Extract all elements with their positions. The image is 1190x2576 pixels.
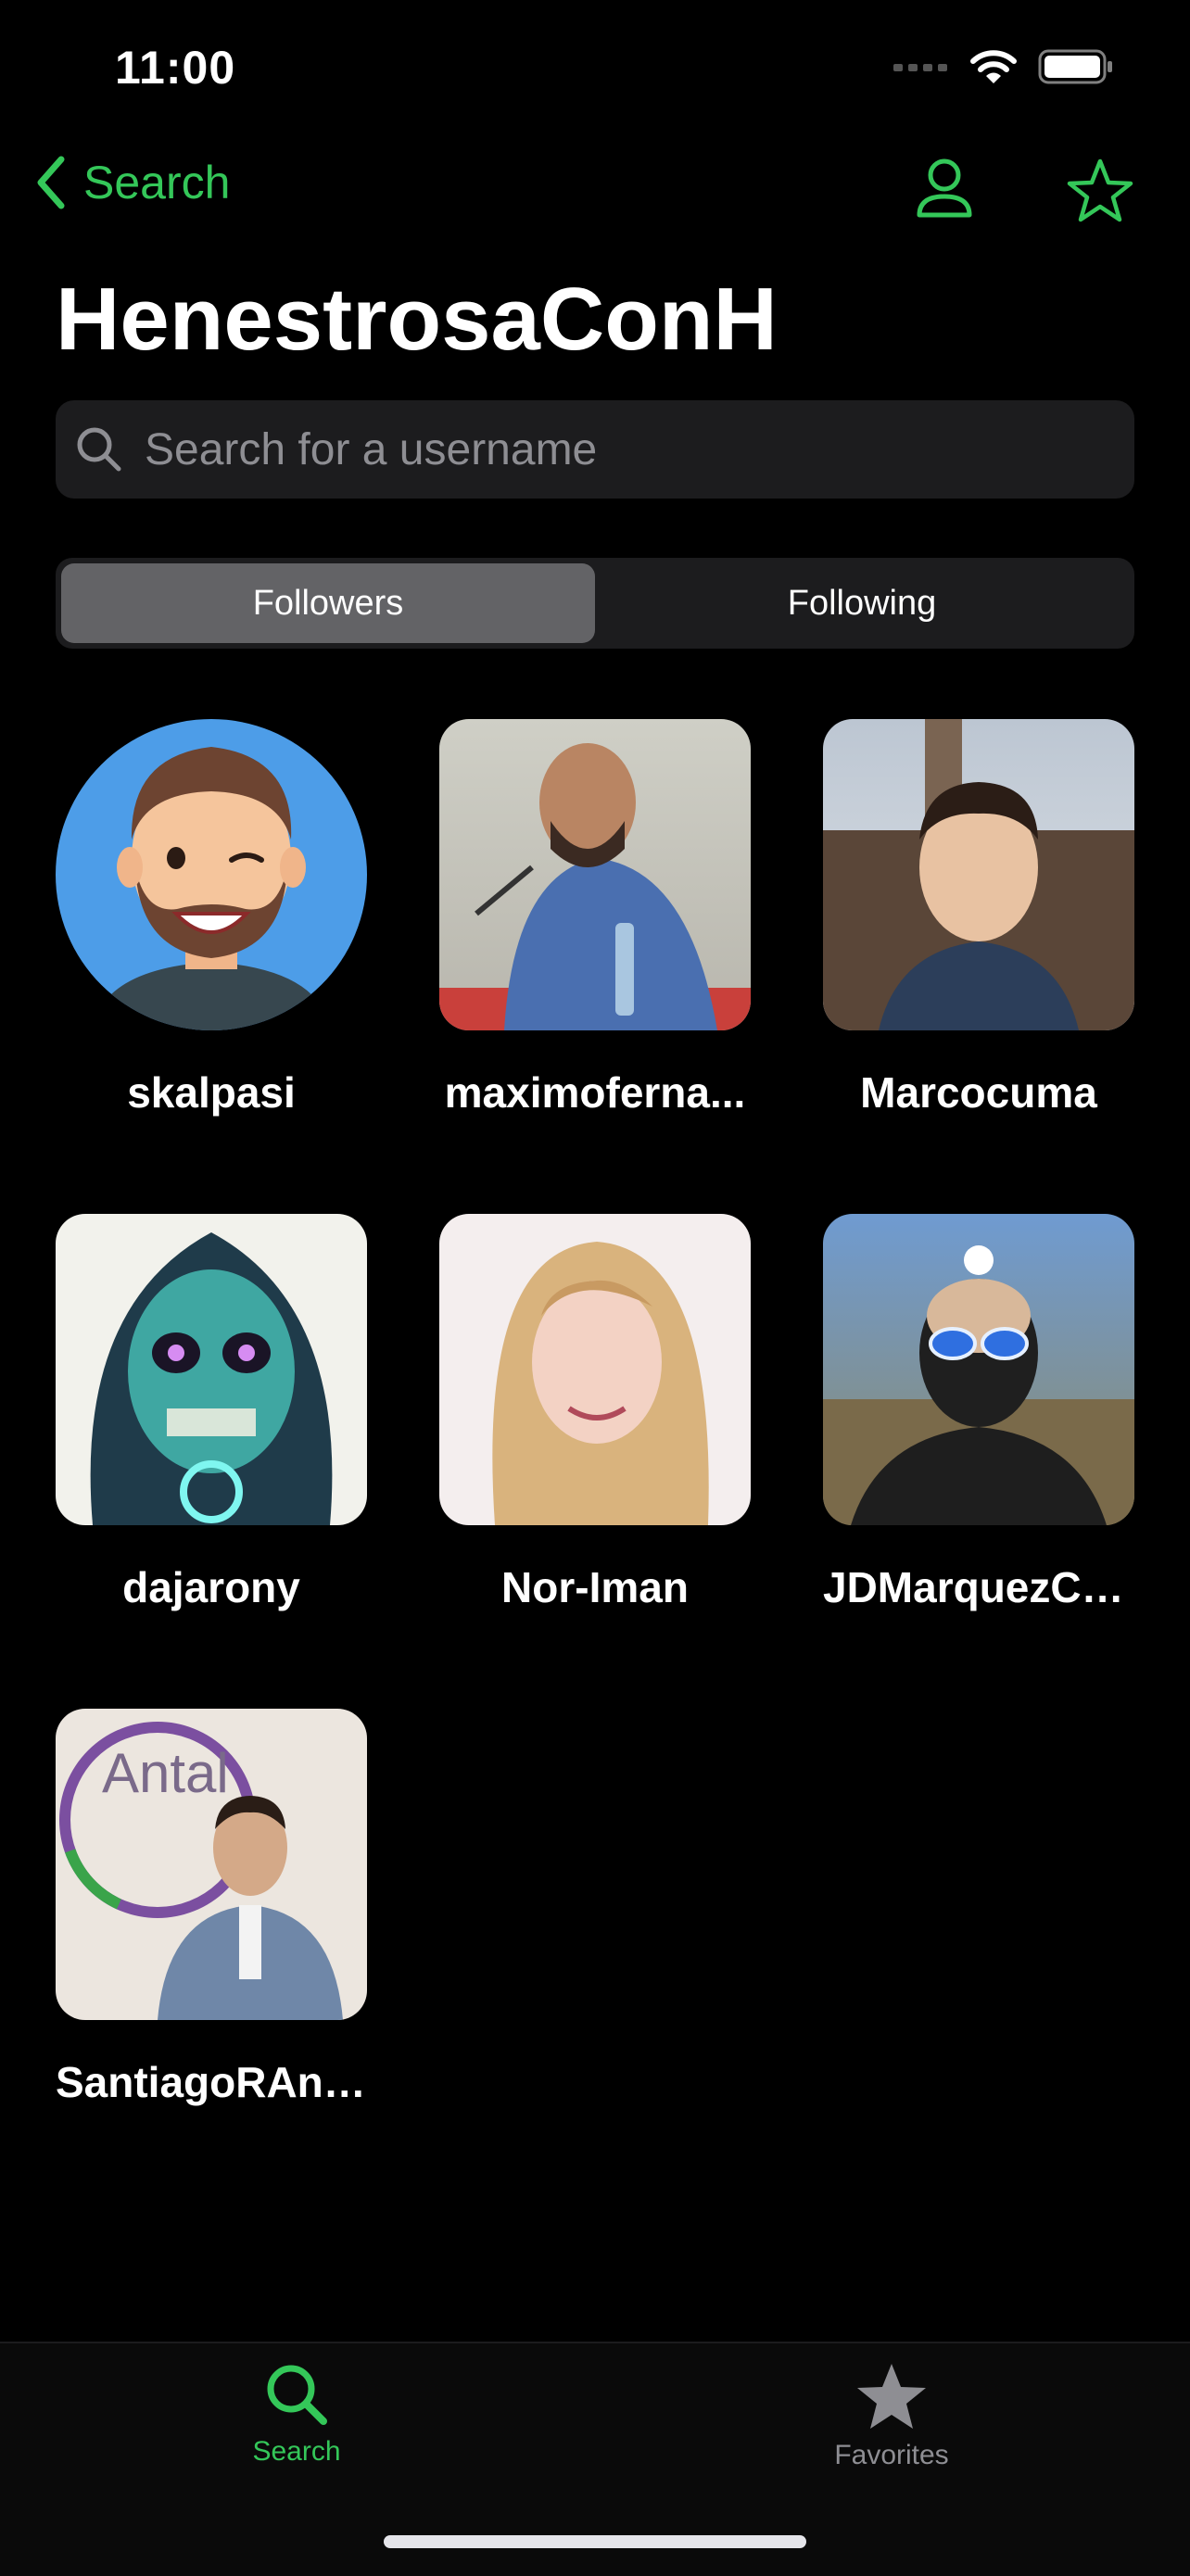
user-cell[interactable]: maximoferna...: [439, 719, 751, 1118]
user-photo-image: Antal: [59, 1722, 343, 2020]
username-label: Nor-Iman: [501, 1563, 689, 1611]
tab-favorites-label: Favorites: [834, 2440, 949, 2470]
tab-search-label: Search: [252, 2436, 341, 2467]
user-avatar: [56, 719, 367, 1030]
user-avatar: Antal: [56, 1709, 367, 2020]
skull-artwork-image: [90, 1232, 333, 1525]
person-icon: [917, 158, 972, 218]
segment-following[interactable]: Following: [595, 563, 1129, 643]
tab-favorites[interactable]: Favorites: [753, 2362, 1031, 2471]
user-photo-image: [492, 1242, 709, 1525]
tab-search[interactable]: Search: [158, 2362, 436, 2468]
username-label: Marcocuma: [860, 1068, 1097, 1117]
search-input[interactable]: [143, 423, 1073, 476]
page-title: HenestrosaConH: [56, 270, 778, 369]
user-avatar: [439, 1214, 751, 1525]
search-bar[interactable]: [56, 400, 1134, 499]
username-label: dajarony: [122, 1563, 300, 1611]
user-avatar: [823, 719, 1134, 1030]
star-outline-icon: [1067, 158, 1133, 222]
username-label: JDMarquezCLC: [823, 1563, 1134, 1611]
search-icon: [267, 2365, 327, 2425]
battery-icon: [1038, 49, 1112, 84]
profile-button[interactable]: [916, 158, 973, 229]
username-label: skalpasi: [127, 1068, 296, 1117]
star-icon: [857, 2364, 926, 2429]
user-cell[interactable]: Nor-Iman: [439, 1214, 751, 1612]
user-photo-image: [823, 719, 1134, 1030]
user-avatar: [56, 1214, 367, 1525]
user-cell[interactable]: Marcocuma: [823, 719, 1134, 1118]
svg-text:Antal: Antal: [102, 1742, 229, 1804]
user-cell[interactable]: Antal SantiagoRAntal: [56, 1709, 367, 2107]
home-indicator: [384, 2535, 806, 2548]
user-avatar: [439, 719, 751, 1030]
favorite-button[interactable]: [1066, 158, 1134, 229]
segment-followers[interactable]: Followers: [61, 563, 595, 643]
user-photo-image: [439, 743, 751, 1030]
back-button[interactable]: Search: [35, 156, 230, 209]
status-time: 11:00: [115, 42, 236, 94]
user-cell[interactable]: skalpasi: [56, 719, 367, 1118]
user-cell[interactable]: dajarony: [56, 1214, 367, 1612]
wifi-icon: [970, 50, 1017, 83]
status-icons: [893, 48, 1114, 85]
cellular-signal-icon: [893, 64, 947, 71]
back-button-label: Search: [83, 157, 231, 208]
nav-actions: [916, 158, 1134, 229]
user-photo-image: [823, 1245, 1134, 1525]
username-label: maximoferna...: [444, 1068, 746, 1117]
user-avatar: [823, 1214, 1134, 1525]
user-cell[interactable]: JDMarquezCLC: [823, 1214, 1134, 1612]
chevron-left-icon: [37, 156, 65, 209]
cartoon-avatar-image: [93, 747, 330, 1030]
username-label: SantiagoRAntal: [56, 2058, 367, 2106]
followers-following-segmented-control: Followers Following: [56, 558, 1134, 649]
search-icon: [77, 427, 121, 472]
